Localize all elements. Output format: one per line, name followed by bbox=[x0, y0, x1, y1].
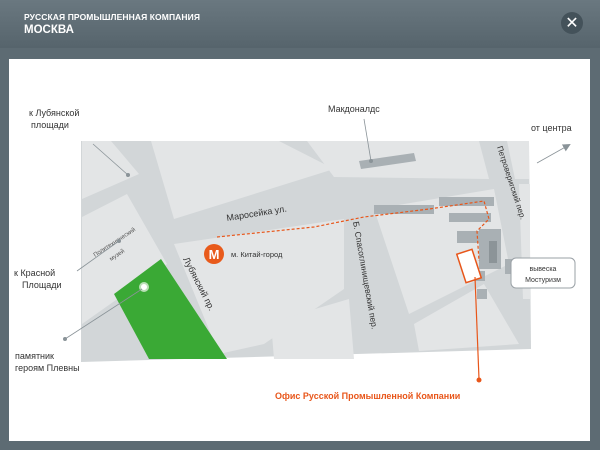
label-lubyanka-line1: к Лубянской bbox=[29, 108, 79, 118]
pointer-dot bbox=[63, 337, 67, 341]
city-name: МОСКВА bbox=[24, 24, 74, 36]
label-office: Офис Русской Промышленной Компании bbox=[275, 391, 460, 401]
map-panel: М м. Китай-город вывеска Мостуризм Марос… bbox=[9, 59, 590, 441]
metro-label: м. Китай-город bbox=[231, 250, 283, 259]
sign-label-line2: Мостуризм bbox=[525, 277, 561, 284]
metro-letter: М bbox=[209, 247, 220, 262]
label-monument-line2: героям Плевны bbox=[15, 363, 80, 373]
pointer-dot bbox=[126, 173, 130, 177]
pointer-dot bbox=[117, 239, 121, 243]
label-lubyanka-line2: площади bbox=[31, 120, 69, 130]
close-button[interactable]: ✕ bbox=[561, 12, 583, 34]
label-monument-line1: памятник bbox=[15, 351, 54, 361]
building bbox=[374, 205, 434, 214]
header-bar: РУССКАЯ ПРОМЫШЛЕННАЯ КОМПАНИЯ МОСКВА ✕ bbox=[0, 0, 600, 48]
label-mcdonalds: Макдоналдс bbox=[328, 104, 380, 114]
building bbox=[477, 289, 487, 299]
arrow-center-icon bbox=[536, 144, 571, 164]
company-name: РУССКАЯ ПРОМЫШЛЕННАЯ КОМПАНИЯ bbox=[24, 12, 201, 22]
label-red-square-line1: к Красной bbox=[14, 268, 55, 278]
close-icon: ✕ bbox=[565, 13, 579, 32]
building-mosturizm-sign bbox=[489, 241, 497, 263]
building bbox=[439, 197, 494, 206]
building bbox=[449, 213, 491, 222]
pointer-dot bbox=[369, 159, 373, 163]
label-red-square-line2: Площади bbox=[22, 280, 62, 290]
office-leader-dot bbox=[476, 377, 482, 383]
location-map: М м. Китай-город вывеска Мостуризм Марос… bbox=[14, 104, 576, 401]
sign-label-line1: вывеска bbox=[530, 266, 557, 273]
label-center: от центра bbox=[531, 123, 572, 133]
